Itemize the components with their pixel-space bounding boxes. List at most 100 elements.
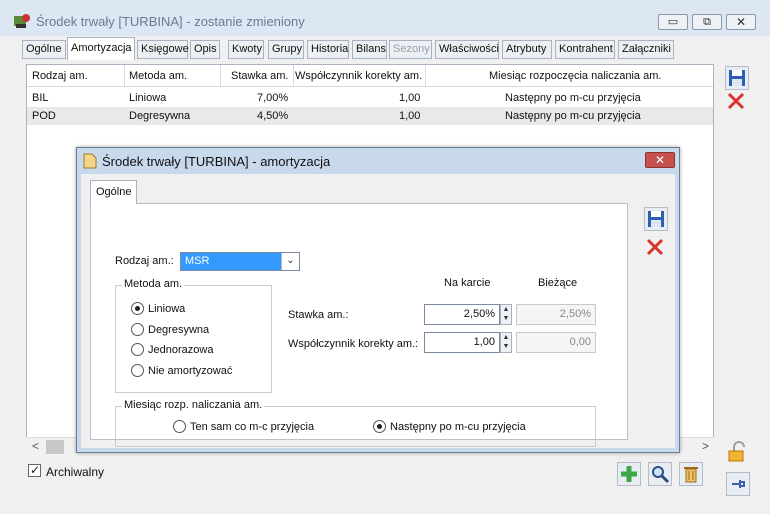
cell-rodzaj: BIL (32, 92, 49, 104)
pin-button[interactable] (726, 472, 750, 496)
rodzaj-select[interactable]: MSR ⌄ (180, 252, 300, 271)
cell-wspolczynnik: 1,00 (399, 92, 421, 104)
wspolczynnik-current-field: 0,00 (516, 332, 596, 353)
dialog-close-button[interactable]: ✕ (645, 152, 675, 168)
window-title: Środek trwały [TURBINA] - zostanie zmien… (36, 14, 305, 29)
column-header-metoda[interactable]: Metoda am. (129, 70, 187, 82)
tab-kontrahent[interactable]: Kontrahent (555, 40, 615, 59)
radio-label-nastepny[interactable]: Następny po m-cu przyjęcia (390, 421, 526, 433)
trash-button[interactable] (679, 462, 703, 486)
grid-header: Rodzaj am. Metoda am. Stawka am. Współcz… (27, 65, 713, 87)
close-icon: ✕ (735, 15, 747, 29)
column-header-rodzaj[interactable]: Rodzaj am. (32, 70, 88, 82)
dialog-tab-ogolne[interactable]: Ogólne (90, 180, 138, 204)
tab-grupy[interactable]: Grupy (268, 40, 304, 59)
dialog-delete-button[interactable] (644, 236, 668, 260)
dialog-titlebar: Środek trwały [TURBINA] - amortyzacja ✕ (77, 148, 679, 174)
radio-liniowa[interactable] (131, 302, 144, 315)
column-header-miesiac[interactable]: Miesiąc rozpoczęcia naliczania am. (489, 70, 661, 82)
cell-metoda: Liniowa (129, 92, 167, 104)
wspolczynnik-current-value: 0,00 (569, 336, 591, 348)
spin-up-icon[interactable]: ▲ (501, 305, 511, 314)
minimize-button[interactable]: ▭ (658, 14, 688, 30)
column-na-karcie: Na karcie (444, 277, 491, 289)
spin-up-icon[interactable]: ▲ (501, 333, 511, 342)
cell-miesiac: Następny po m-cu przyjęcia (505, 110, 641, 122)
table-row[interactable]: POD Degresywna 4,50% 1,00 Następny po m-… (27, 107, 713, 125)
wspolczynnik-label: Współczynnik korekty am.: (288, 338, 419, 350)
radio-ten-sam[interactable] (173, 420, 186, 433)
delete-button[interactable] (725, 90, 749, 114)
column-biezace: Bieżące (538, 277, 578, 289)
tab-bilans[interactable]: Bilans (352, 40, 387, 59)
column-header-stawka[interactable]: Stawka am. (231, 70, 288, 82)
stawka-current-value: 2,50% (559, 308, 591, 320)
tab-opis[interactable]: Opis (190, 40, 220, 59)
tab-wlasciwosci[interactable]: Właściwości (435, 40, 499, 59)
radio-label-nie-amortyzowac[interactable]: Nie amortyzować (148, 365, 232, 377)
tab-atrybuty[interactable]: Atrybuty (502, 40, 552, 59)
scroll-thumb[interactable] (46, 440, 64, 454)
radio-nie-amortyzowac[interactable] (131, 364, 144, 377)
radio-label-jednorazowa[interactable]: Jednorazowa (148, 344, 213, 356)
trash-icon (684, 467, 698, 483)
stawka-current-field: 2,50% (516, 304, 596, 325)
tab-kwoty[interactable]: Kwoty (228, 40, 264, 59)
save-button[interactable] (725, 66, 749, 90)
chevron-down-icon[interactable]: ⌄ (281, 253, 299, 270)
scroll-left-icon[interactable]: < (32, 439, 39, 453)
document-icon (83, 153, 97, 169)
tab-zalaczniki[interactable]: Załączniki (618, 40, 674, 59)
minimize-icon: ▭ (667, 16, 679, 28)
cell-miesiac: Następny po m-cu przyjęcia (505, 92, 641, 104)
stawka-stepper[interactable]: ▲ ▼ (500, 304, 512, 325)
spin-down-icon[interactable]: ▼ (501, 342, 511, 351)
main-titlebar: Środek trwały [TURBINA] - zostanie zmien… (0, 0, 770, 36)
red-x-icon (727, 92, 745, 110)
add-button[interactable] (617, 462, 641, 486)
radio-label-ten-sam[interactable]: Ten sam co m-c przyjęcia (190, 421, 314, 433)
app-icon (14, 14, 30, 28)
maximize-button[interactable]: ⧉ (692, 14, 722, 30)
radio-degresywna[interactable] (131, 323, 144, 336)
stawka-input[interactable]: 2,50% (424, 304, 500, 325)
tab-amortyzacja[interactable]: Amortyzacja (67, 37, 135, 60)
check-icon: ✓ (30, 463, 41, 477)
archiwalny-checkbox[interactable]: ✓ (28, 463, 41, 477)
archiwalny-label: Archiwalny (46, 465, 105, 479)
floppy-icon (648, 211, 664, 227)
wspolczynnik-value: 1,00 (473, 336, 495, 348)
rodzaj-value: MSR (181, 253, 281, 270)
tab-ksiegowe[interactable]: Księgowe (137, 40, 189, 59)
magnifier-icon (652, 466, 670, 484)
search-button[interactable] (648, 462, 672, 486)
tab-historia[interactable]: Historia (307, 40, 349, 59)
column-header-wspolczynnik[interactable]: Współczynnik korekty am. (295, 70, 422, 82)
cell-rodzaj: POD (32, 110, 56, 122)
dialog-save-button[interactable] (644, 207, 668, 231)
tab-ogolne[interactable]: Ogólne (22, 40, 66, 59)
radio-label-degresywna[interactable]: Degresywna (148, 324, 209, 336)
metoda-legend: Metoda am. (122, 278, 185, 290)
wspolczynnik-stepper[interactable]: ▲ ▼ (500, 332, 512, 353)
lock-icon[interactable] (726, 440, 750, 464)
rodzaj-label: Rodzaj am.: (115, 255, 174, 267)
table-row[interactable]: BIL Liniowa 7,00% 1,00 Następny po m-cu … (27, 89, 713, 107)
dialog-panel: Rodzaj am.: MSR ⌄ Metoda am. Liniowa Deg… (90, 203, 628, 447)
dialog-body: Ogólne Rodzaj am.: MSR ⌄ Metoda am. Lini… (81, 174, 675, 448)
spin-down-icon[interactable]: ▼ (501, 314, 511, 323)
dialog-title: Środek trwały [TURBINA] - amortyzacja (102, 154, 331, 169)
cell-metoda: Degresywna (129, 110, 191, 122)
radio-jednorazowa[interactable] (131, 343, 144, 356)
close-icon: ✕ (654, 153, 666, 167)
radio-nastepny[interactable] (373, 420, 386, 433)
wspolczynnik-input[interactable]: 1,00 (424, 332, 500, 353)
radio-label-liniowa[interactable]: Liniowa (148, 303, 185, 315)
stawka-value: 2,50% (463, 308, 495, 320)
amortization-dialog: Środek trwały [TURBINA] - amortyzacja ✕ … (76, 147, 680, 453)
close-button[interactable]: ✕ (726, 14, 756, 30)
stawka-label: Stawka am.: (288, 309, 349, 321)
floppy-icon (729, 70, 745, 86)
cell-wspolczynnik: 1,00 (399, 110, 421, 122)
scroll-right-icon[interactable]: > (702, 439, 709, 453)
